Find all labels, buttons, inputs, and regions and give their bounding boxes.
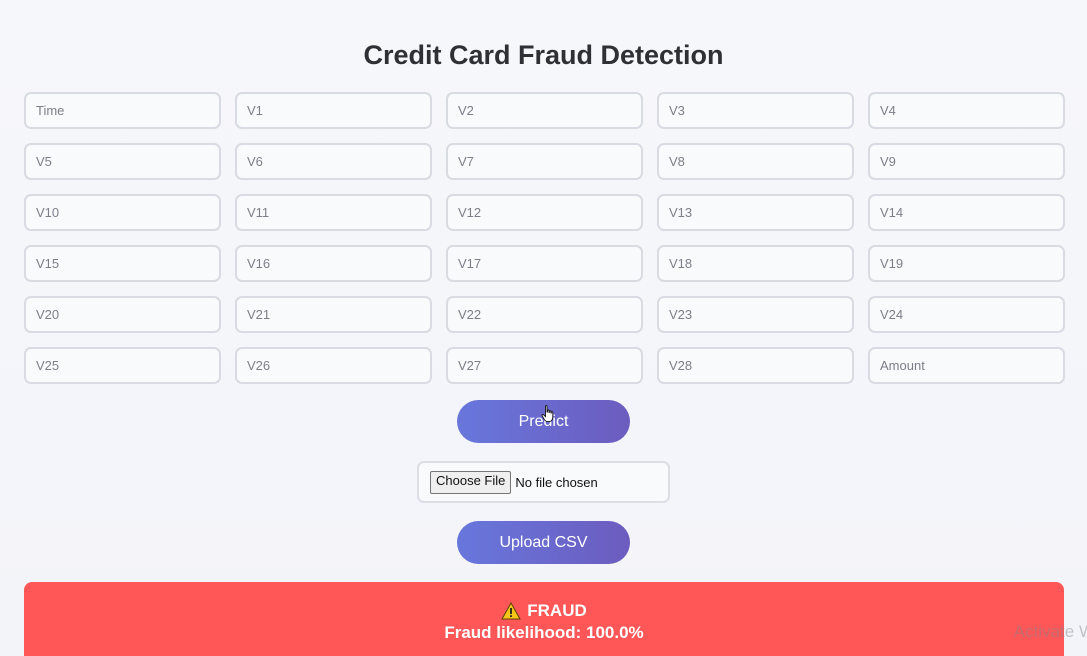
csv-file-picker: Choose File No file chosen xyxy=(417,461,670,503)
v1-input[interactable] xyxy=(235,92,432,129)
v18-input[interactable] xyxy=(657,245,854,282)
v17-input[interactable] xyxy=(446,245,643,282)
result-label: FRAUD xyxy=(527,601,587,620)
v28-input[interactable] xyxy=(657,347,854,384)
feature-input-grid xyxy=(24,92,1065,384)
page-title: Credit Card Fraud Detection xyxy=(363,40,724,70)
v4-input[interactable] xyxy=(868,92,1065,129)
amount-input[interactable] xyxy=(868,347,1065,384)
v21-input[interactable] xyxy=(235,296,432,333)
v14-input[interactable] xyxy=(868,194,1065,231)
v2-input[interactable] xyxy=(446,92,643,129)
fraud-result-banner: FRAUD Fraud likelihood: 100.0% xyxy=(24,582,1064,656)
file-status-text: No file chosen xyxy=(515,474,598,490)
v12-input[interactable] xyxy=(446,194,643,231)
hand-cursor-icon xyxy=(541,405,554,423)
v19-input[interactable] xyxy=(868,245,1065,282)
activate-windows-watermark: Activate W xyxy=(1013,622,1087,641)
warning-icon xyxy=(501,602,522,620)
v8-input[interactable] xyxy=(657,143,854,180)
v20-input[interactable] xyxy=(24,296,221,333)
v5-input[interactable] xyxy=(24,143,221,180)
v24-input[interactable] xyxy=(868,296,1065,333)
v9-input[interactable] xyxy=(868,143,1065,180)
v7-input[interactable] xyxy=(446,143,643,180)
v27-input[interactable] xyxy=(446,347,643,384)
page: Credit Card Fraud Detection Predict xyxy=(0,0,1087,656)
v22-input[interactable] xyxy=(446,296,643,333)
v13-input[interactable] xyxy=(657,194,854,231)
v15-input[interactable] xyxy=(24,245,221,282)
v26-input[interactable] xyxy=(235,347,432,384)
upload-csv-button[interactable]: Upload CSV xyxy=(457,521,630,564)
v25-input[interactable] xyxy=(24,347,221,384)
v11-input[interactable] xyxy=(235,194,432,231)
time-input[interactable] xyxy=(24,92,221,129)
fraud-likelihood-text: Fraud likelihood: 100.0% xyxy=(444,623,644,642)
v3-input[interactable] xyxy=(657,92,854,129)
v16-input[interactable] xyxy=(235,245,432,282)
choose-file-button[interactable]: Choose File xyxy=(430,470,512,494)
v23-input[interactable] xyxy=(657,296,854,333)
result-heading: FRAUD xyxy=(24,601,1064,621)
v6-input[interactable] xyxy=(235,143,432,180)
v10-input[interactable] xyxy=(24,194,221,231)
